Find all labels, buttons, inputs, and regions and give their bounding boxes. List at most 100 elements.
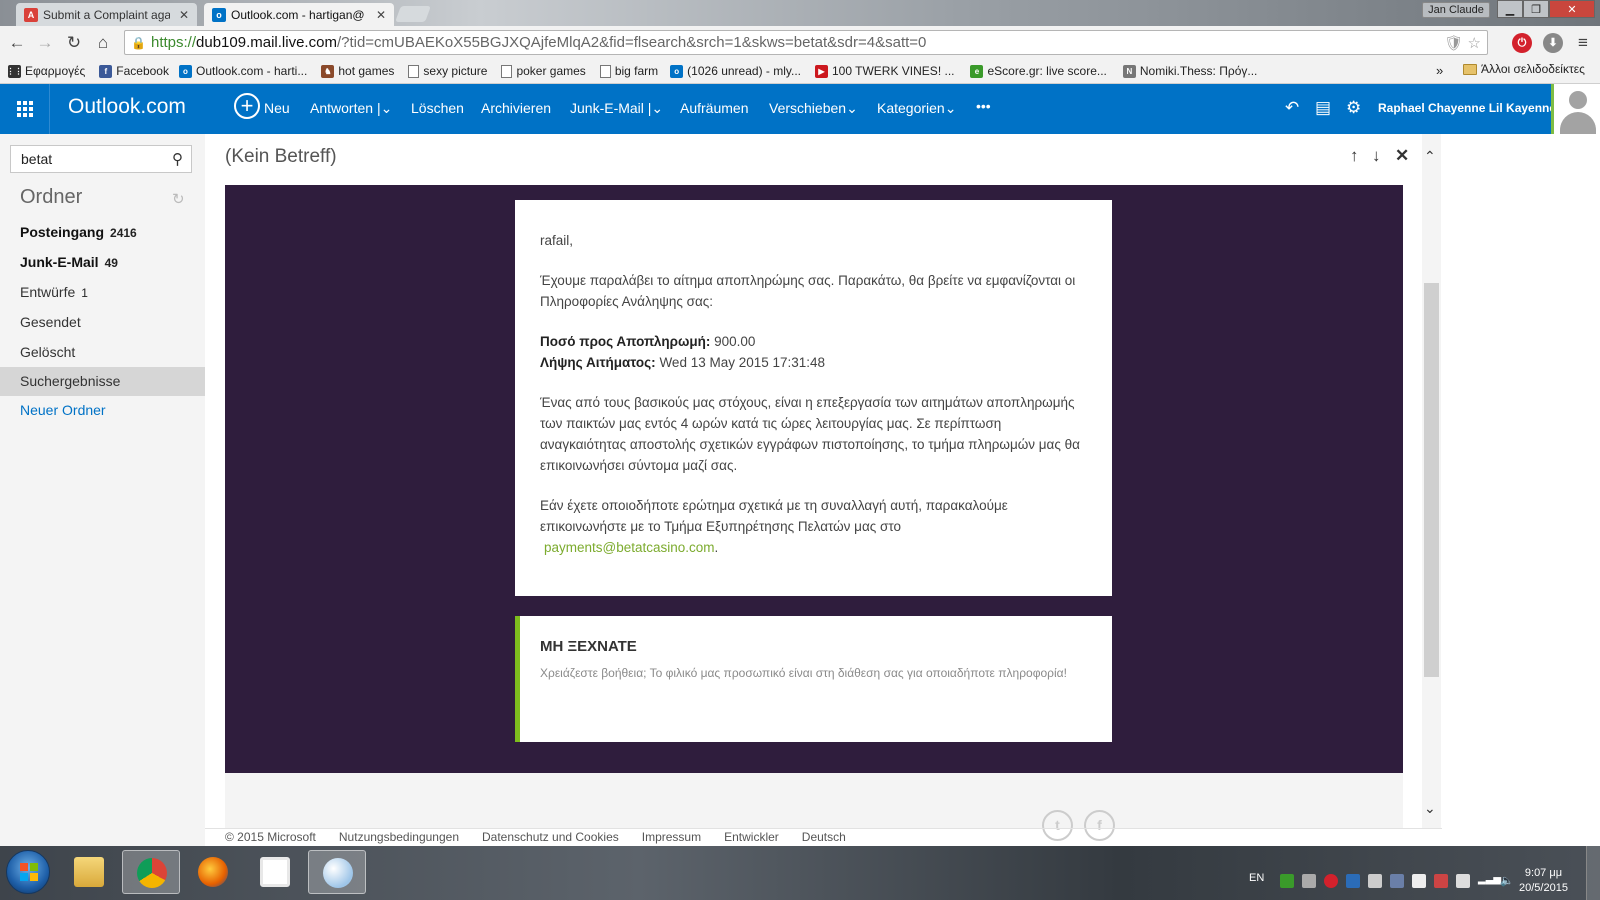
- chat-icon[interactable]: ▤: [1315, 98, 1331, 118]
- more-commands-button[interactable]: •••: [976, 98, 991, 114]
- minimize-button[interactable]: ▁: [1497, 0, 1523, 18]
- new-tab-button[interactable]: [395, 6, 431, 22]
- scroll-up-icon[interactable]: ⌃: [1424, 148, 1436, 165]
- categories-button[interactable]: Kategorien⌄: [877, 100, 956, 117]
- close-tab-icon[interactable]: ✕: [179, 8, 189, 22]
- bookmark-poker-games[interactable]: poker games: [501, 64, 586, 78]
- forward-icon[interactable]: →: [35, 33, 55, 53]
- archive-button[interactable]: Archivieren: [481, 100, 551, 116]
- taskbar-app-grid[interactable]: [246, 850, 304, 894]
- user-name[interactable]: Raphael Chayenne Lil Kayenne: [1378, 101, 1556, 115]
- other-bookmarks-folder[interactable]: Άλλοι σελιδοδείκτες: [1463, 62, 1585, 76]
- close-icon[interactable]: ✕: [1395, 146, 1409, 166]
- taskbar-paint[interactable]: [308, 850, 366, 894]
- taskbar-firefox[interactable]: [184, 850, 242, 894]
- folder-sent[interactable]: Gesendet: [0, 308, 205, 337]
- refresh-icon[interactable]: ↻: [172, 190, 185, 208]
- chrome-menu-icon[interactable]: ≡: [1573, 33, 1593, 53]
- footer-developers-link[interactable]: Entwickler: [724, 830, 779, 846]
- previous-message-icon[interactable]: ↑: [1350, 146, 1359, 166]
- tray-shield-icon[interactable]: [1346, 874, 1360, 888]
- reload-icon[interactable]: ↻: [64, 33, 84, 53]
- scroll-down-icon[interactable]: ⌄: [1424, 800, 1436, 817]
- signal-icon[interactable]: ▂▃▅: [1478, 874, 1501, 888]
- bookmark-twerk-vines[interactable]: ▶ 100 TWERK VINES! ...: [815, 64, 954, 78]
- app-grid-icon: [260, 857, 290, 887]
- taskbar-explorer[interactable]: [60, 850, 118, 894]
- scroll-thumb[interactable]: [1424, 283, 1439, 677]
- outlook-brand[interactable]: Outlook.com: [68, 95, 186, 119]
- browser-tab-complaint[interactable]: A Submit a Complaint agai ✕: [16, 3, 197, 26]
- show-desktop-button[interactable]: [1586, 846, 1600, 900]
- folder-label: Suchergebnisse: [20, 373, 121, 389]
- plus-icon[interactable]: +: [234, 93, 260, 119]
- start-button[interactable]: [6, 850, 50, 894]
- tray-alert-icon[interactable]: [1434, 874, 1448, 888]
- next-message-icon[interactable]: ↓: [1372, 146, 1381, 166]
- payments-email-link[interactable]: payments@betatcasino.com: [540, 540, 715, 555]
- junk-button[interactable]: Junk-E-Mail |⌄: [570, 100, 663, 117]
- chevron-down-icon[interactable]: |⌄: [648, 100, 663, 116]
- browser-profile-badge[interactable]: Jan Claude: [1422, 2, 1490, 18]
- address-bar[interactable]: 🔒 https://dub109.mail.live.com/?tid=cmUB…: [124, 30, 1488, 55]
- bookmark-apps[interactable]: ⋮⋮ Εφαρμογές: [7, 64, 86, 78]
- adblock-extension-icon[interactable]: ⏻: [1512, 33, 1532, 53]
- footer-privacy-link[interactable]: Datenschutz und Cookies: [482, 830, 619, 846]
- tray-plug-icon[interactable]: [1368, 874, 1382, 888]
- flag-icon[interactable]: [1412, 874, 1426, 888]
- move-button[interactable]: Verschieben⌄: [769, 100, 858, 117]
- close-tab-icon[interactable]: ✕: [376, 8, 386, 22]
- bookmark-star-icon[interactable]: 🛡 ☆: [1444, 34, 1481, 52]
- maximize-button[interactable]: ❐: [1523, 0, 1549, 18]
- home-icon[interactable]: ⌂: [93, 33, 113, 53]
- lock-icon: 🔒: [131, 35, 146, 50]
- new-folder-link[interactable]: Neuer Ordner: [0, 396, 205, 425]
- avatar[interactable]: [1551, 84, 1600, 134]
- bookmark-escore[interactable]: e eScore.gr: live score...: [970, 64, 1107, 78]
- tray-network-app-icon[interactable]: [1280, 874, 1294, 888]
- bookmark-outlook-unread[interactable]: o (1026 unread) - mly...: [670, 64, 801, 78]
- power-icon[interactable]: [1456, 874, 1470, 888]
- tray-device-icon[interactable]: [1302, 874, 1316, 888]
- junk-label: Junk-E-Mail: [570, 100, 644, 116]
- window-close-button[interactable]: ✕: [1549, 0, 1595, 18]
- language-indicator[interactable]: EN: [1249, 872, 1264, 884]
- search-icon[interactable]: ⚲: [172, 150, 183, 168]
- other-bookmarks-label: Άλλοι σελιδοδείκτες: [1481, 62, 1585, 76]
- new-button[interactable]: Neu: [264, 100, 290, 116]
- bookmark-nomiki[interactable]: N Nomiki.Thess: Πρόγ...: [1122, 64, 1257, 78]
- gear-icon[interactable]: ⚙: [1346, 98, 1361, 118]
- taskbar-chrome[interactable]: [122, 850, 180, 894]
- folder-junk[interactable]: Junk-E-Mail 49: [0, 248, 205, 277]
- folder-deleted[interactable]: Gelöscht: [0, 338, 205, 367]
- folder-inbox[interactable]: Posteingang 2416: [0, 218, 205, 247]
- undo-icon[interactable]: ↶: [1285, 98, 1299, 118]
- app-launcher-button[interactable]: [0, 84, 50, 134]
- folder-search-results[interactable]: Suchergebnisse: [0, 367, 205, 396]
- bookmarks-overflow-button[interactable]: »: [1436, 63, 1443, 78]
- bookmark-big-farm[interactable]: big farm: [599, 64, 658, 78]
- date-label: Λήψης Αιτήματος:: [540, 355, 656, 370]
- search-input[interactable]: betat ⚲: [10, 145, 192, 173]
- facebook-icon: f: [99, 64, 113, 78]
- system-clock[interactable]: 9:07 μμ 20/5/2015: [1519, 866, 1568, 896]
- sweep-button[interactable]: Aufräumen: [680, 100, 748, 116]
- url-scheme: https://: [151, 34, 197, 51]
- bookmark-facebook[interactable]: f Facebook: [99, 64, 169, 78]
- footer-imprint-link[interactable]: Impressum: [642, 830, 701, 846]
- volume-icon[interactable]: 🔈: [1500, 874, 1514, 888]
- delete-button[interactable]: Löschen: [411, 100, 464, 116]
- bookmark-hot-games[interactable]: ♞ hot games: [321, 64, 394, 78]
- back-icon[interactable]: ←: [7, 33, 27, 53]
- browser-tab-outlook[interactable]: o Outlook.com - hartigan@ ✕: [204, 3, 394, 26]
- chevron-down-icon[interactable]: |⌄: [377, 100, 392, 116]
- tray-antivirus-icon[interactable]: [1324, 874, 1338, 888]
- download-extension-icon[interactable]: ⬇: [1543, 33, 1563, 53]
- bookmark-sexy-picture[interactable]: sexy picture: [408, 64, 487, 78]
- footer-language-link[interactable]: Deutsch: [802, 830, 846, 846]
- tray-monitor-icon[interactable]: [1390, 874, 1404, 888]
- folder-drafts[interactable]: Entwürfe 1: [0, 278, 205, 307]
- bookmark-outlook[interactable]: o Outlook.com - harti...: [178, 64, 307, 78]
- reply-button[interactable]: Antworten |⌄: [310, 100, 392, 117]
- footer-terms-link[interactable]: Nutzungsbedingungen: [339, 830, 459, 846]
